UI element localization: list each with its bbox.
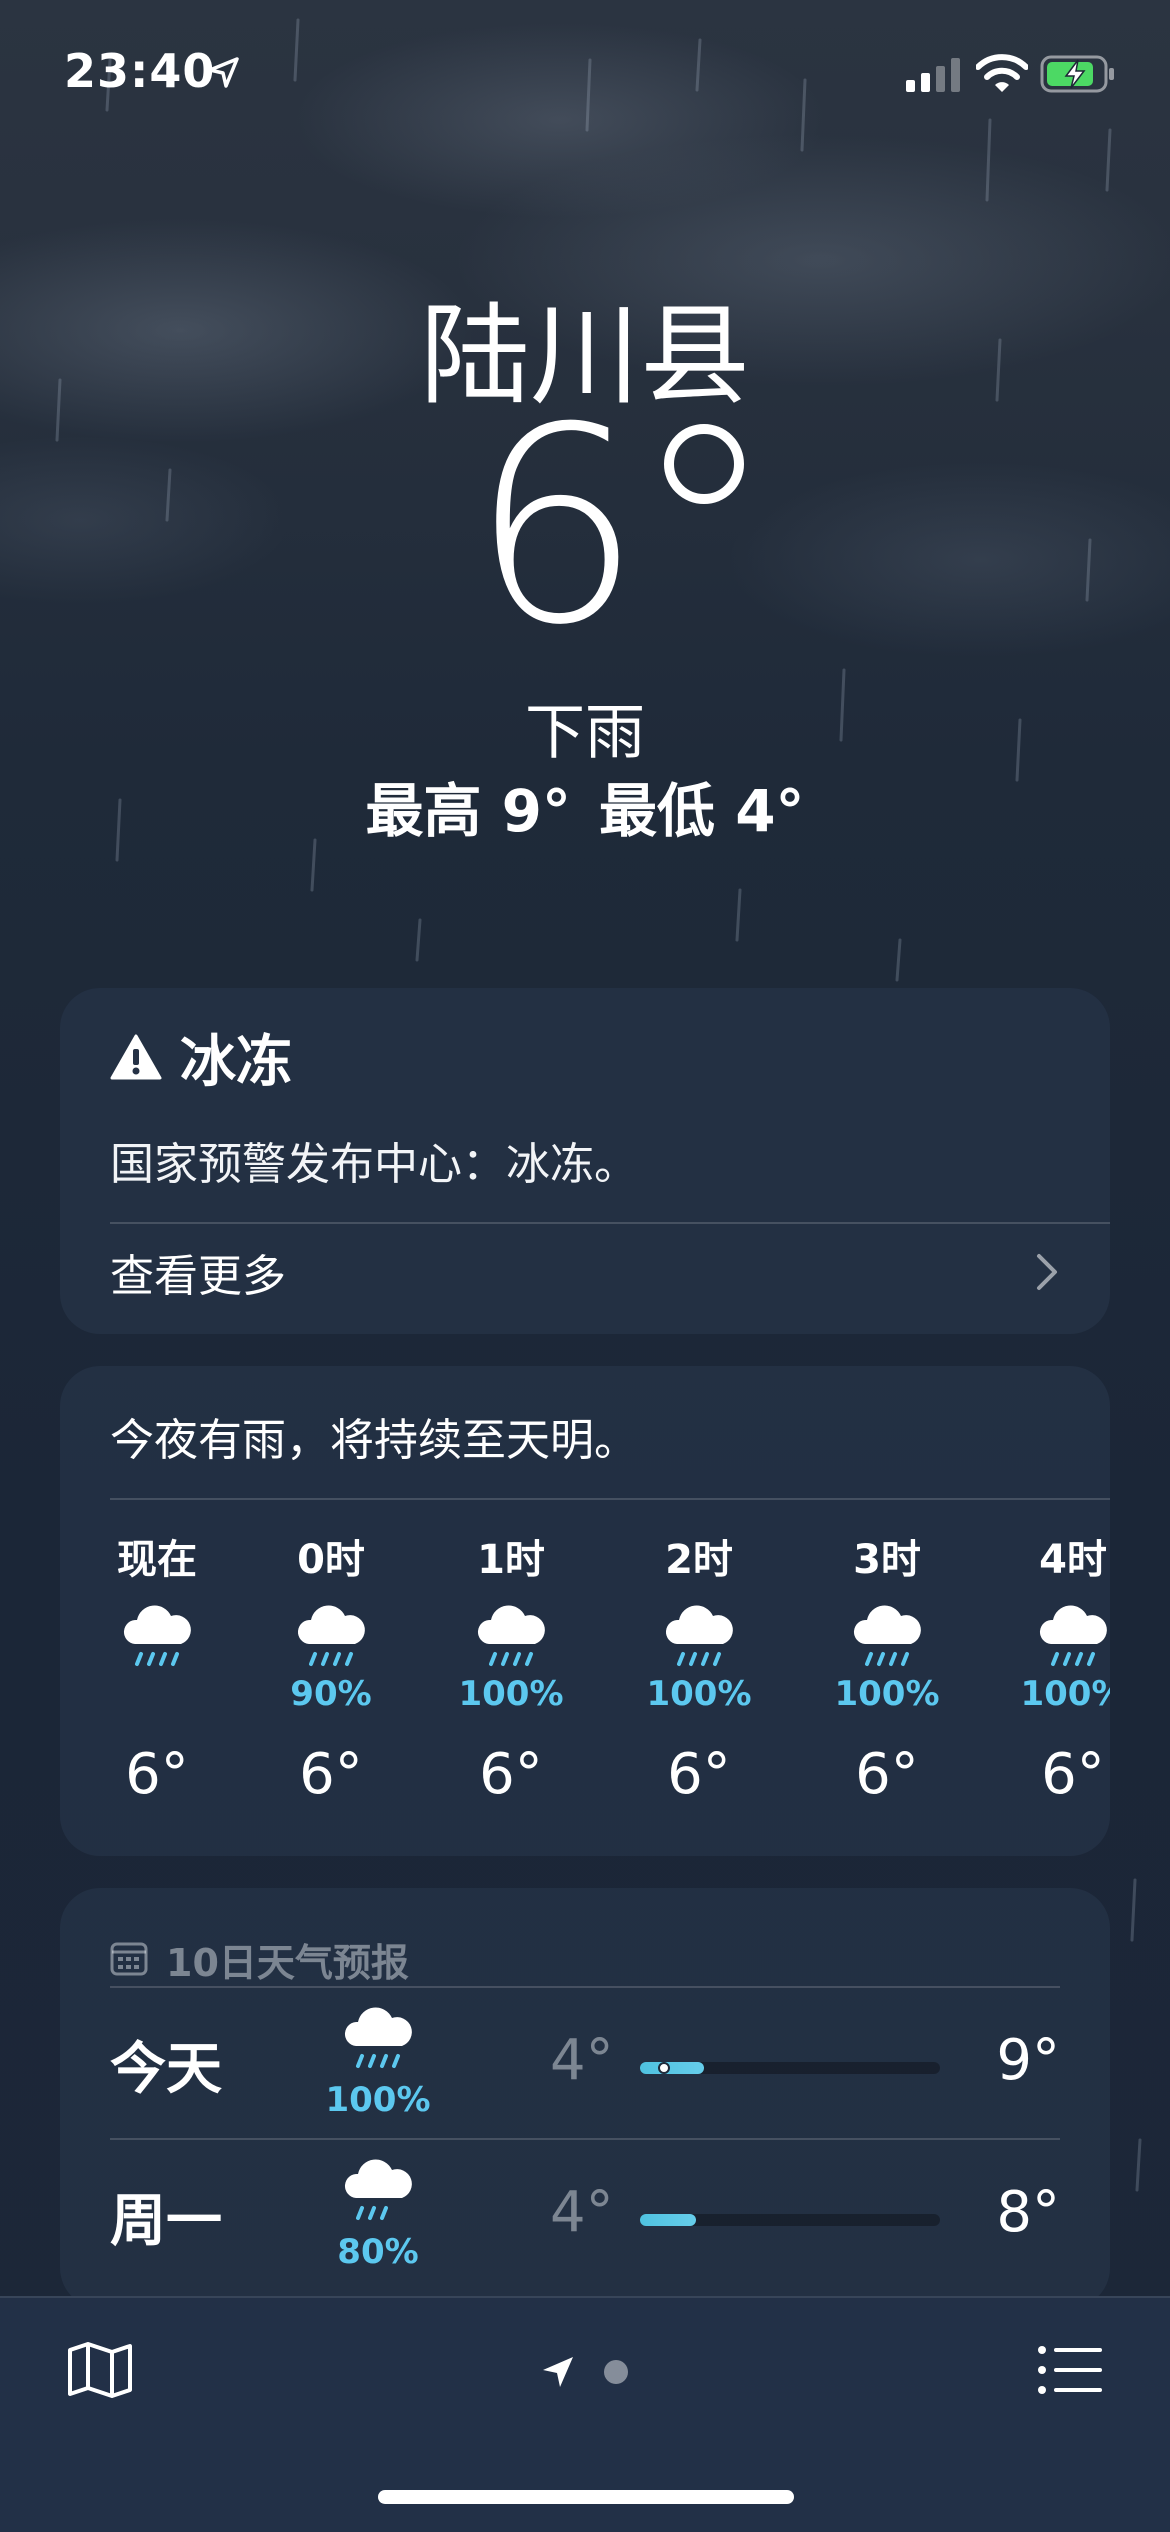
low-temperature: 最低 4° <box>599 777 805 845</box>
day-low-temperature: 4° <box>550 2028 614 2093</box>
hour-item: 2时 100% 6° <box>624 1532 774 1807</box>
hour-label: 2时 <box>665 1537 733 1583</box>
current-location-page-icon[interactable] <box>540 2354 576 2390</box>
map-icon[interactable] <box>66 2340 134 2400</box>
day-low-temperature: 4° <box>550 2180 614 2245</box>
ten-day-header: 10日天气预报 <box>110 1924 409 1994</box>
see-more-label: 查看更多 <box>110 1251 286 1302</box>
rain-cloud-icon <box>477 1605 545 1666</box>
hour-precip-chance: 100% <box>834 1674 940 1714</box>
day-high-temperature: 9° <box>996 2028 1060 2093</box>
high-temperature: 最高 9° <box>365 777 571 845</box>
daily-row[interactable]: 今天 100% 4° 9° <box>110 1988 1060 2138</box>
hour-temperature: 6° <box>479 1742 543 1807</box>
status-bar: 23:40 <box>0 0 1170 140</box>
hour-precip-chance: 90% <box>290 1674 372 1714</box>
temperature-range-fill <box>640 2214 696 2226</box>
hour-item: 现在 6° <box>82 1532 232 1807</box>
see-more-button[interactable]: 查看更多 <box>110 1222 1060 1322</box>
hour-label: 1时 <box>477 1537 545 1583</box>
hour-precip-chance: 100% <box>646 1674 752 1714</box>
list-icon[interactable] <box>1036 2342 1104 2398</box>
status-time: 23:40 <box>64 44 216 98</box>
rain-cloud-icon <box>123 1605 191 1666</box>
hour-temperature: 6° <box>125 1742 189 1807</box>
rain-cloud-icon <box>297 1605 365 1666</box>
hourly-forecast-card[interactable]: 今夜有雨，将持续至天明。 现在 6° 0时 90% 6° 1时 100% 6° … <box>60 1366 1110 1856</box>
alert-title-row: 冰冻 <box>110 1022 292 1095</box>
day-precip-chance: 100% <box>325 2080 431 2120</box>
temperature-range-bar <box>640 2214 940 2226</box>
hour-temperature: 6° <box>299 1742 363 1807</box>
current-temperature-dot <box>658 2062 670 2074</box>
hourly-summary: 今夜有雨，将持续至天明。 <box>110 1415 638 1466</box>
alert-title: 冰冻 <box>180 1029 292 1095</box>
day-high-temperature: 8° <box>996 2180 1060 2245</box>
ten-day-title: 10日天气预报 <box>166 1940 409 1985</box>
location-arrow-icon <box>208 57 239 88</box>
hour-item: 3时 100% 6° <box>812 1532 962 1807</box>
rain-cloud-icon <box>344 2007 412 2068</box>
hourly-divider <box>110 1498 1110 1500</box>
rain-cloud-icon <box>1039 1605 1107 1666</box>
hour-precip-chance: 100% <box>1020 1674 1110 1714</box>
hour-label: 4时 <box>1039 1537 1107 1583</box>
weather-alert-card[interactable]: 冰冻 国家预警发布中心：冰冻。 查看更多 <box>60 988 1110 1334</box>
chevron-right-icon <box>1037 1254 1057 1290</box>
calendar-icon <box>110 1942 148 1976</box>
day-precip-chance: 80% <box>337 2232 419 2272</box>
temperature-range-bar <box>640 2062 940 2074</box>
home-indicator[interactable] <box>378 2490 794 2504</box>
hour-label: 0时 <box>297 1537 365 1583</box>
ten-day-forecast-card[interactable]: 10日天气预报 今天 100% 4° 9° 周一 80% 4° 8° <box>60 1888 1110 2308</box>
temperature-range-fill <box>640 2062 704 2074</box>
hour-item: 4时 100% 6° <box>998 1532 1110 1807</box>
hour-temperature: 6° <box>1041 1742 1105 1807</box>
weather-condition: 下雨 <box>525 698 645 768</box>
alert-body: 国家预警发布中心：冰冻。 <box>110 1139 638 1190</box>
hour-label: 3时 <box>853 1537 921 1583</box>
hour-temperature: 6° <box>855 1742 919 1807</box>
wifi-icon <box>976 54 1028 92</box>
hour-item: 0时 90% 6° <box>256 1532 406 1807</box>
day-name: 今天 <box>110 2037 222 2102</box>
high-low-temperatures: 最高 9° 最低 4° <box>0 764 1170 848</box>
current-temperature: 6 <box>470 369 642 684</box>
cellular-signal-icon <box>906 58 960 92</box>
hour-precip-chance: 100% <box>458 1674 564 1714</box>
hour-temperature: 6° <box>667 1742 731 1807</box>
hour-item: 1时 100% 6° <box>436 1532 586 1807</box>
battery-charging-icon <box>1040 55 1114 93</box>
hour-precip-chance <box>82 1674 232 1714</box>
page-indicator-dot[interactable] <box>604 2360 628 2384</box>
rain-cloud-icon <box>344 2159 412 2220</box>
daily-row[interactable]: 周一 80% 4° 8° <box>110 2140 1060 2290</box>
hourly-scroll[interactable]: 现在 6° 0时 90% 6° 1时 100% 6° 2时 100% 6° 3时… <box>60 1532 1110 1852</box>
warning-icon <box>110 1034 162 1080</box>
rain-cloud-icon <box>853 1605 921 1666</box>
hour-label: 现在 <box>117 1537 197 1583</box>
rain-cloud-icon <box>665 1605 733 1666</box>
day-name: 周一 <box>110 2189 222 2254</box>
degree-symbol <box>664 424 744 504</box>
